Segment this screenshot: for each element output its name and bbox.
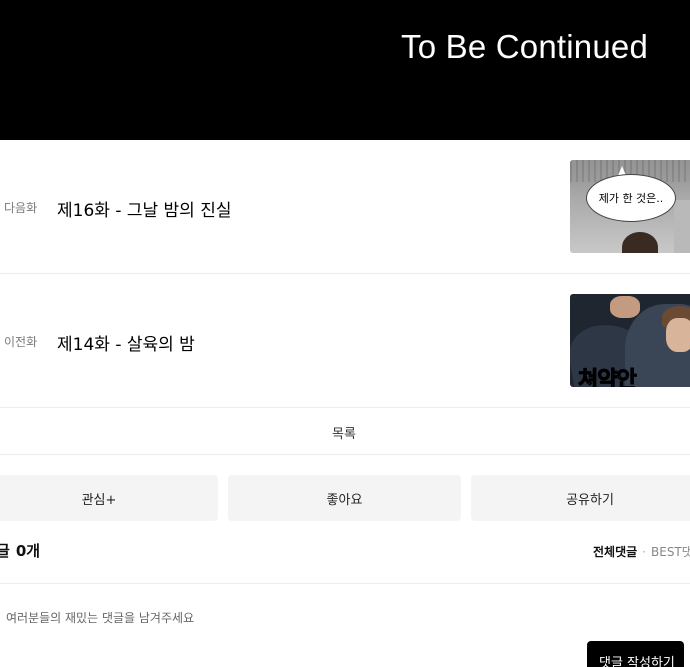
previous-episode-row[interactable]: 이전화 제14화 - 살육의 밤 쳐약안 <box>0 274 690 408</box>
speech-bubble: 제가 한 것은.. <box>586 174 676 222</box>
thumbnail-character <box>622 232 658 253</box>
tab-best-comments[interactable]: BEST댓 <box>651 545 690 559</box>
write-comment-button[interactable]: 댓글 작성하기 <box>587 641 684 667</box>
thumbnail-sound-effect: 쳐약안 <box>578 368 638 388</box>
episode-list-link[interactable]: 목록 <box>0 408 690 455</box>
to-be-continued-banner: To Be Continued <box>0 0 690 140</box>
thumbnail-face-right <box>666 318 690 352</box>
previous-episode-tag: 이전화 <box>4 335 38 349</box>
favorite-button[interactable]: 관심+ <box>0 475 218 521</box>
comment-input[interactable]: 여러분들의 재밌는 댓글을 남겨주세요 <box>6 609 194 626</box>
share-button[interactable]: 공유하기 <box>471 475 690 521</box>
comment-count: 0개 <box>15 542 41 560</box>
tab-separator: · <box>642 545 646 559</box>
next-episode-title[interactable]: 제16화 - 그날 밤의 진실 <box>57 196 232 221</box>
comment-divider <box>0 583 690 584</box>
list-label: 목록 <box>332 427 356 442</box>
like-button[interactable]: 좋아요 <box>228 475 461 521</box>
next-episode-tag: 다음화 <box>4 201 38 215</box>
next-episode-thumbnail[interactable]: 제가 한 것은.. <box>570 160 690 253</box>
comment-label: 글 <box>0 542 10 560</box>
previous-episode-thumbnail[interactable]: 쳐약안 <box>570 294 690 387</box>
comment-tabs: 전체댓글 · BEST댓 <box>593 543 690 560</box>
tab-all-comments[interactable]: 전체댓글 <box>593 545 637 559</box>
banner-title: To Be Continued <box>401 28 649 65</box>
thumbnail-face-left <box>610 296 640 318</box>
thumbnail-wall <box>674 200 690 253</box>
next-episode-row[interactable]: 다음화 제16화 - 그날 밤의 진실 제가 한 것은.. <box>0 140 690 274</box>
comment-count-heading: 글 0개 <box>0 540 40 561</box>
speech-bubble-text: 제가 한 것은.. <box>598 192 664 205</box>
previous-episode-title[interactable]: 제14화 - 살육의 밤 <box>57 330 195 355</box>
